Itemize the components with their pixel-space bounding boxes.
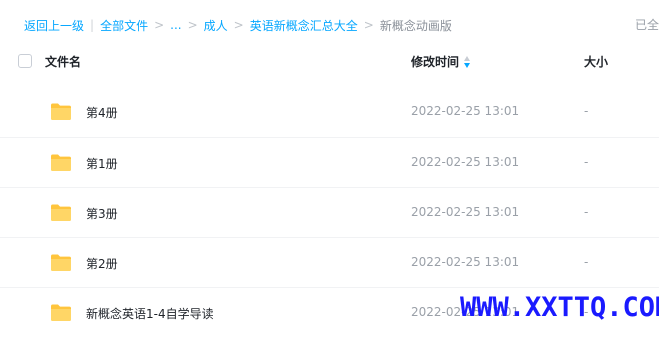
column-header-modified[interactable]: 修改时间	[411, 53, 471, 70]
chevron-right-icon: >	[154, 18, 165, 32]
file-size: -	[584, 205, 589, 219]
file-size: -	[584, 155, 589, 169]
column-header-name[interactable]: 文件名	[45, 53, 81, 70]
folder-icon	[50, 303, 72, 322]
watermark-text: WWW.XXTTQ.COM	[460, 292, 659, 323]
file-name[interactable]: 新概念英语1-4自学导读	[86, 305, 214, 322]
table-row[interactable]: 第1册 2022-02-25 13:01 -	[0, 137, 659, 188]
breadcrumb-all-files[interactable]: 全部文件	[100, 17, 148, 34]
file-modified-time: 2022-02-25 13:01	[411, 104, 520, 118]
folder-icon	[50, 153, 72, 172]
file-size: -	[584, 104, 589, 118]
breadcrumb-level1[interactable]: 成人	[204, 17, 228, 34]
select-all-checkbox[interactable]	[18, 54, 32, 68]
folder-icon	[50, 203, 72, 222]
table-row[interactable]: 第2册 2022-02-25 13:01 -	[0, 237, 659, 288]
table-header: 文件名 修改时间 大小	[0, 47, 659, 77]
divider: |	[90, 18, 95, 32]
chevron-right-icon: >	[363, 18, 374, 32]
file-name[interactable]: 第3册	[86, 205, 118, 222]
breadcrumb-level2[interactable]: 英语新概念汇总大全	[250, 17, 358, 34]
file-name[interactable]: 第2册	[86, 255, 118, 272]
file-name[interactable]: 第4册	[86, 104, 118, 121]
loaded-status: 已全	[634, 18, 659, 32]
file-modified-time: 2022-02-25 13:01	[411, 205, 520, 219]
file-size: -	[584, 255, 589, 269]
file-name[interactable]: 第1册	[86, 155, 118, 172]
column-header-modified-label: 修改时间	[411, 55, 460, 69]
table-row[interactable]: 第4册 2022-02-25 13:01 -	[0, 87, 659, 137]
breadcrumb-ellipsis[interactable]: ...	[170, 18, 181, 32]
breadcrumb: 返回上一级 | 全部文件 > ... > 成人 > 英语新概念汇总大全 > 新概…	[24, 16, 452, 34]
file-modified-time: 2022-02-25 13:01	[411, 155, 520, 169]
column-header-size[interactable]: 大小	[584, 53, 608, 70]
chevron-right-icon: >	[233, 18, 244, 32]
breadcrumb-current: 新概念动画版	[379, 18, 452, 33]
chevron-right-icon: >	[187, 18, 198, 32]
back-link[interactable]: 返回上一级	[24, 17, 84, 34]
table-row[interactable]: 第3册 2022-02-25 13:01 -	[0, 187, 659, 238]
file-modified-time: 2022-02-25 13:01	[411, 255, 520, 269]
folder-icon	[50, 253, 72, 272]
folder-icon	[50, 102, 72, 121]
sort-descending-icon[interactable]	[464, 55, 471, 68]
